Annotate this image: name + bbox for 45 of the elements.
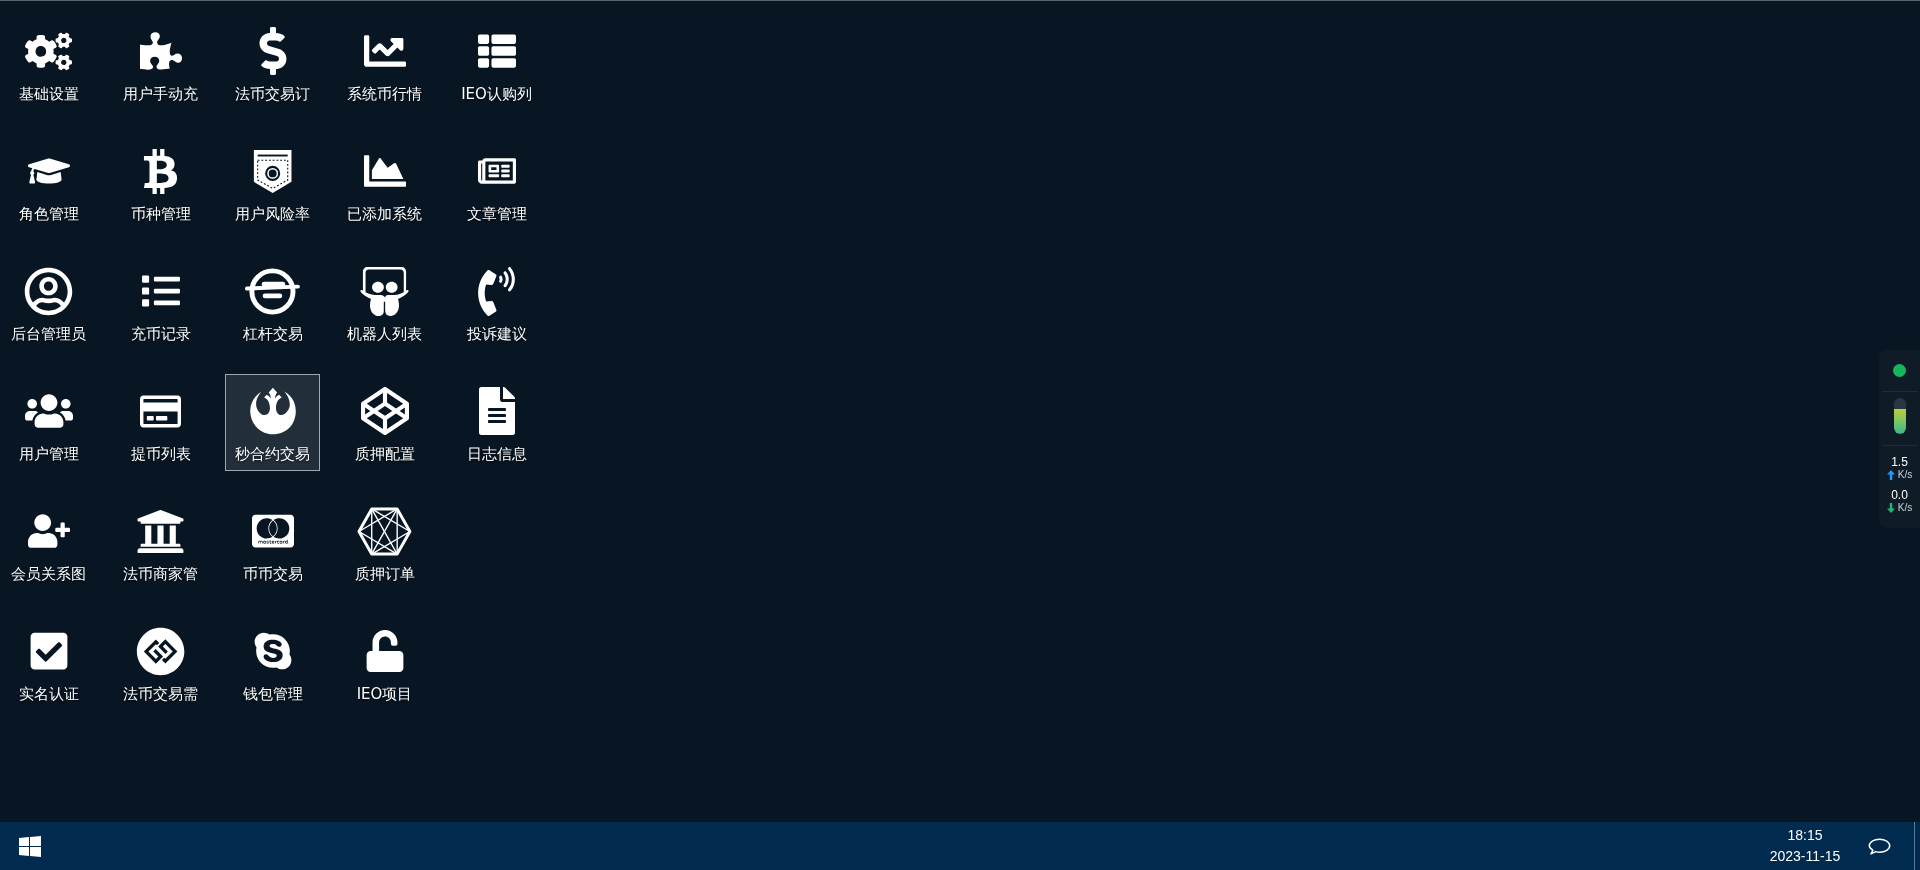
desktop-shortcut[interactable]: 充币记录 [113,254,208,351]
cube-outline-icon [360,387,409,435]
desktop-shortcut[interactable]: 投诉建议 [449,254,544,351]
desktop-shortcut[interactable]: 机器人列表 [337,254,432,351]
speed-unit: K/s [1897,502,1913,514]
up-arrow-icon [1886,470,1895,480]
desktop-shortcut[interactable]: 法币交易需 [113,614,208,711]
desktop-shortcut[interactable]: 币币交易 [225,494,320,591]
desktop-shortcut[interactable]: 法币交易订 [225,14,320,111]
desktop-shortcut[interactable]: 用户管理 [1,374,96,471]
hexagon-mesh-icon [357,506,412,556]
desktop-shortcut[interactable]: 钱包管理 [225,614,320,711]
desktop-shortcut[interactable]: 法币商家管 [113,494,208,591]
desktop-shortcut[interactable]: 币种管理 [113,134,208,231]
desktop-shortcut[interactable]: 用户手动充 [113,14,208,111]
down-arrow-icon [1886,503,1895,513]
desktop-shortcut[interactable]: IEO认购列 [449,14,544,111]
desktop-shortcut[interactable]: 文章管理 [449,134,544,231]
desktop-shortcut[interactable]: IEO项目 [337,614,432,711]
desktop-shortcut[interactable]: 质押订单 [337,494,432,591]
desktop-shortcut[interactable]: 已添加系统 [337,134,432,231]
circle-bars-icon [245,266,300,316]
desktop-shortcut[interactable]: 系统币行情 [337,14,432,111]
desktop-shortcut[interactable]: 实名认证 [1,614,96,711]
desktop-shortcut[interactable]: 提币列表 [113,374,208,471]
desktop-shortcut[interactable]: 质押配置 [337,374,432,471]
crest-icon [248,387,297,435]
upload-speed-value: 1.5 [1891,456,1908,469]
desktop-shortcut[interactable]: 日志信息 [449,374,544,471]
speed-unit: K/s [1897,469,1913,481]
desktop-shortcut[interactable]: 秒合约交易 [225,374,320,471]
pocket-coin-icon [251,147,294,195]
chat-bubble-icon[interactable] [1868,837,1891,855]
desktop-shortcut[interactable]: 角色管理 [1,134,96,231]
desktop-shortcut[interactable]: 用户风险率 [225,134,320,231]
clock-button[interactable]: 18:15 2023-11-15 [1759,825,1851,867]
windows-logo-icon[interactable] [19,835,41,857]
list-icon [477,32,516,70]
presenter-board-icon [360,266,409,316]
download-speed-value: 0.0 [1891,489,1908,502]
puzzle-piece-icon [139,30,182,72]
desktop-shortcut[interactable]: 杠杆交易 [225,254,320,351]
desktop-shortcut[interactable]: 基础设置 [1,14,96,111]
desktop-shortcut[interactable]: 会员关系图 [1,494,96,591]
desktop-shortcut[interactable]: 后台管理员 [1,254,96,351]
